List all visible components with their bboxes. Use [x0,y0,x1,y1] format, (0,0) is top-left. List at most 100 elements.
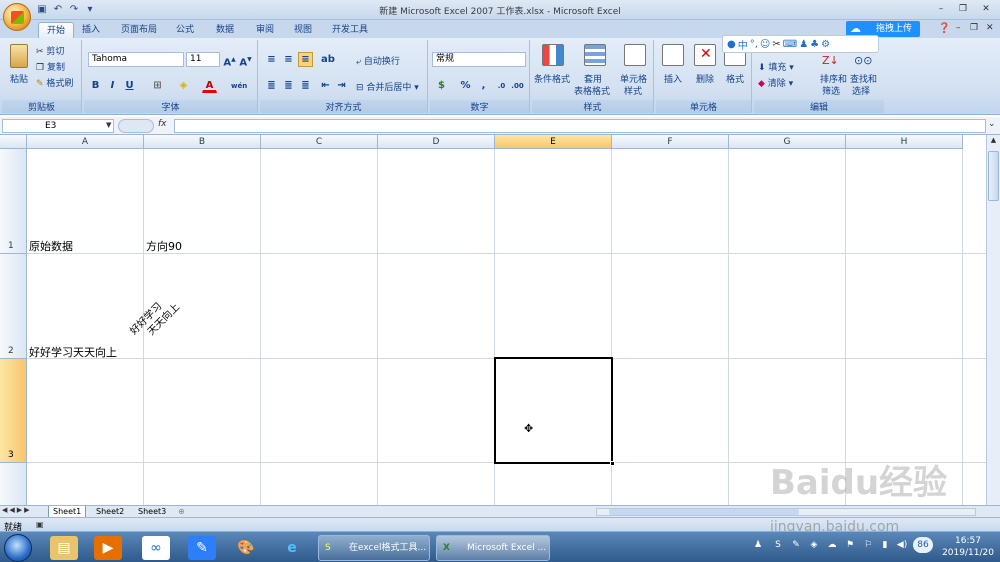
paste-icon[interactable] [10,44,28,68]
ime-logo-icon[interactable]: ● [727,39,736,50]
merge-center-button[interactable]: ⊟ 合并后居中 ▾ [356,80,419,93]
grow-font-icon[interactable]: A▲ [222,52,237,68]
font-color-button[interactable]: A [202,78,217,93]
decrease-indent-icon[interactable]: ⇤ [318,78,333,93]
fill-color-icon[interactable]: ◈ [176,78,191,93]
worksheet-grid[interactable]: A B C D E F G H 1 2 3 原始数据 方向90 好好学习天天向上… [0,135,986,505]
increase-decimal-icon[interactable]: .0 [494,78,509,93]
wrap-text-button[interactable]: ⤶ 自动换行 [356,54,400,67]
font-size-combo[interactable]: 11 [186,52,220,67]
align-middle-icon[interactable]: ≡ [281,52,296,67]
network-icon[interactable]: ▮ [879,539,891,551]
cell-a2[interactable]: 好好学习天天向上 [29,344,117,360]
table-format-icon[interactable] [584,44,606,66]
delete-cells-icon[interactable]: ✕ [694,44,716,66]
formula-expand-icon[interactable]: ⌄ [988,119,996,129]
ime-settings-icon[interactable]: ⚙ [821,39,830,50]
feather-app-icon[interactable]: ✎ [188,536,216,560]
start-button[interactable] [4,534,32,562]
tab-view[interactable]: 视图 [286,22,320,38]
tray-sogou-icon[interactable]: S [772,539,784,551]
sort-filter-line2[interactable]: 筛选 [822,84,840,97]
align-center-icon[interactable]: ≣ [281,78,296,93]
fill-handle[interactable] [610,461,615,466]
fx-button[interactable]: fx [158,119,167,129]
active-cell-e3[interactable] [494,357,615,466]
explorer-icon[interactable]: ▤ [50,536,78,560]
cell-style-icon[interactable] [624,44,646,66]
office-button[interactable] [3,3,31,31]
macro-record-icon[interactable]: ▣ [36,520,44,529]
tray-cloud-icon[interactable]: ☁ [826,539,838,551]
format-painter-button[interactable]: ✎ 格式刷 [36,76,73,89]
battery-badge[interactable]: 86 [913,537,933,553]
conditional-format-button[interactable]: 条件格式 [534,72,570,85]
ribbon-minimize-button[interactable]: – [956,23,961,33]
format-cells-button[interactable]: 格式 [726,72,744,85]
border-icon[interactable]: ⊞ [150,78,165,93]
ime-user-icon[interactable]: ♟ [799,39,808,50]
fill-button[interactable]: ⬇ 填充 ▾ [758,60,794,73]
cell-style-line2[interactable]: 样式 [624,84,642,97]
tray-alert-icon[interactable]: ⚑ [844,539,856,551]
cell-b2[interactable]: 好好学习 天天向上 [128,292,183,347]
ime-keyboard-icon[interactable]: ⌨ [783,39,797,50]
paste-button[interactable]: 粘贴 [10,72,28,85]
tab-data[interactable]: 数据 [208,22,242,38]
find-select-line2[interactable]: 选择 [852,84,870,97]
table-format-line2[interactable]: 表格格式 [574,84,610,97]
taskbar-browser-task[interactable]: S 在excel格式工具... [318,535,430,561]
font-name-combo[interactable]: Tahoma [88,52,184,67]
column-header-d[interactable]: D [378,135,495,149]
comma-icon[interactable]: , [476,78,491,93]
workbook-close-button[interactable]: ✕ [986,23,994,33]
binoculars-icon[interactable]: ⊙⊙ [854,54,872,68]
underline-button[interactable]: U [122,78,137,93]
tray-flag-icon[interactable]: ⚐ [862,539,874,551]
help-icon[interactable]: ❓ [938,23,950,34]
vertical-scroll-thumb[interactable] [988,151,999,201]
column-header-f[interactable]: F [612,135,729,149]
phonetic-button[interactable]: wén [230,78,247,93]
row-header-3[interactable]: 3 [0,359,27,463]
align-left-icon[interactable]: ≣ [264,78,279,93]
align-top-icon[interactable]: ≡ [264,52,279,67]
redo-icon[interactable]: ↷ [68,4,80,16]
ie-icon[interactable]: e [278,536,306,560]
sort-filter-icon[interactable]: Z↓ [822,54,840,68]
insert-sheet-icon[interactable]: ⊕ [178,507,185,516]
close-button[interactable]: ✕ [975,2,997,17]
percent-button[interactable]: % [458,78,473,93]
media-player-icon[interactable]: ▶ [94,536,122,560]
copy-button[interactable]: ❐ 复制 [36,60,65,73]
select-all-corner[interactable] [0,135,27,149]
customize-qat-icon[interactable]: ▾ [84,4,96,16]
currency-icon[interactable]: $ [434,78,449,93]
delete-cells-button[interactable]: 删除 [696,72,714,85]
cell-a1[interactable]: 原始数据 [29,238,73,254]
ime-skin-icon[interactable]: ♣ [810,39,819,50]
baidu-netdisk-icon[interactable]: ∞ [142,536,170,560]
tray-feather-icon[interactable]: ✎ [790,539,802,551]
column-header-h[interactable]: H [846,135,963,149]
tab-developer[interactable]: 开发工具 [324,22,376,38]
column-header-b[interactable]: B [144,135,261,149]
tab-review[interactable]: 审阅 [248,22,282,38]
formula-bar-expand-button[interactable] [118,119,154,133]
column-header-c[interactable]: C [261,135,378,149]
conditional-format-icon[interactable] [542,44,564,66]
increase-indent-icon[interactable]: ⇥ [334,78,349,93]
taskbar-excel-task[interactable]: X Microsoft Excel ... [436,535,550,561]
save-icon[interactable]: ▣ [36,4,48,16]
column-header-a[interactable]: A [27,135,144,149]
horizontal-scrollbar[interactable] [596,508,976,516]
undo-icon[interactable]: ↶ [52,4,64,16]
tab-page-layout[interactable]: 页面布局 [113,22,165,38]
number-format-combo[interactable]: 常规 [432,52,526,67]
ime-punct-icon[interactable]: °, [750,39,758,50]
scroll-up-icon[interactable]: ▲ [988,136,999,146]
minimize-button[interactable]: – [930,2,952,17]
maximize-button[interactable]: ❐ [952,2,974,17]
formula-input[interactable] [174,119,986,133]
ribbon-restore-button[interactable]: ❐ [970,23,978,33]
